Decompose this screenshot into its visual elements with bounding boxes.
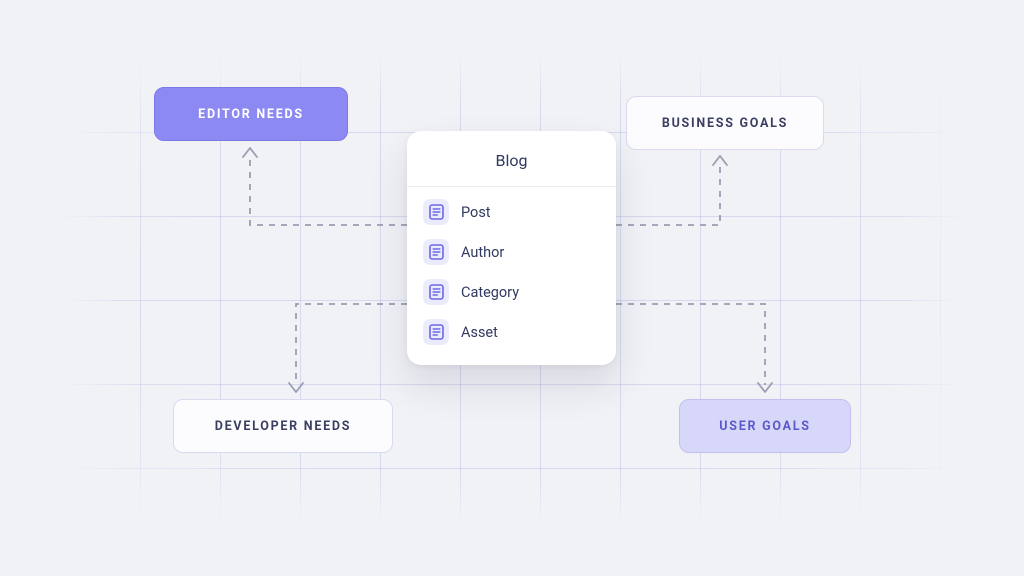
panel-items: Post Author Category Asset <box>407 187 616 365</box>
panel-title: Blog <box>407 131 616 187</box>
panel-item: Asset <box>423 319 600 345</box>
document-icon <box>423 239 449 265</box>
node-editor-needs: EDITOR NEEDS <box>154 87 348 141</box>
panel-item-label: Post <box>461 204 491 221</box>
diagram-canvas: EDITOR NEEDS BUSINESS GOALS DEVELOPER NE… <box>0 0 1024 576</box>
panel-item-label: Category <box>461 284 519 301</box>
content-model-panel: Blog Post Author Category <box>407 131 616 365</box>
node-label: DEVELOPER NEEDS <box>215 419 352 434</box>
document-icon <box>423 319 449 345</box>
node-label: BUSINESS GOALS <box>662 116 788 131</box>
panel-item-label: Author <box>461 244 504 261</box>
node-label: USER GOALS <box>719 419 810 434</box>
node-user-goals: USER GOALS <box>679 399 851 453</box>
panel-item: Author <box>423 239 600 265</box>
panel-item: Post <box>423 199 600 225</box>
document-icon <box>423 279 449 305</box>
node-label: EDITOR NEEDS <box>198 107 304 122</box>
node-business-goals: BUSINESS GOALS <box>626 96 824 150</box>
panel-item-label: Asset <box>461 324 498 341</box>
node-developer-needs: DEVELOPER NEEDS <box>173 399 393 453</box>
panel-item: Category <box>423 279 600 305</box>
document-icon <box>423 199 449 225</box>
